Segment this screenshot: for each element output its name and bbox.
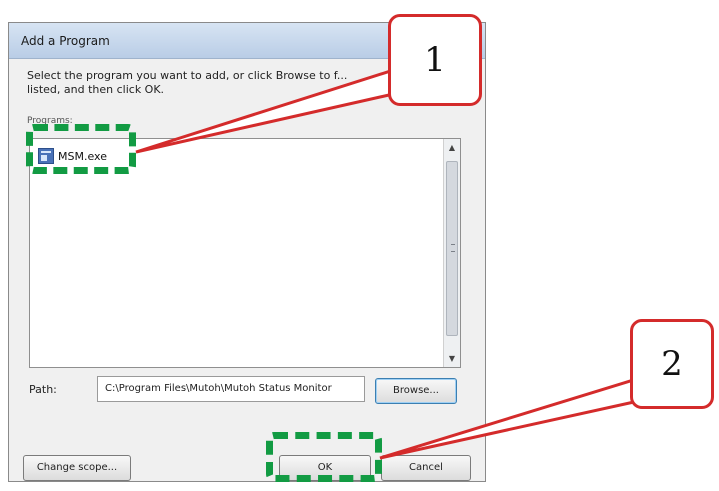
callout-leader-lines	[135, 66, 655, 460]
callout-1-leader	[135, 66, 423, 154]
callout-2: 2	[630, 319, 714, 409]
highlight-ok-button	[266, 432, 382, 482]
callout-1: 1	[388, 14, 482, 106]
highlight-msm-exe	[26, 124, 136, 174]
callout-2-leader	[379, 376, 655, 460]
